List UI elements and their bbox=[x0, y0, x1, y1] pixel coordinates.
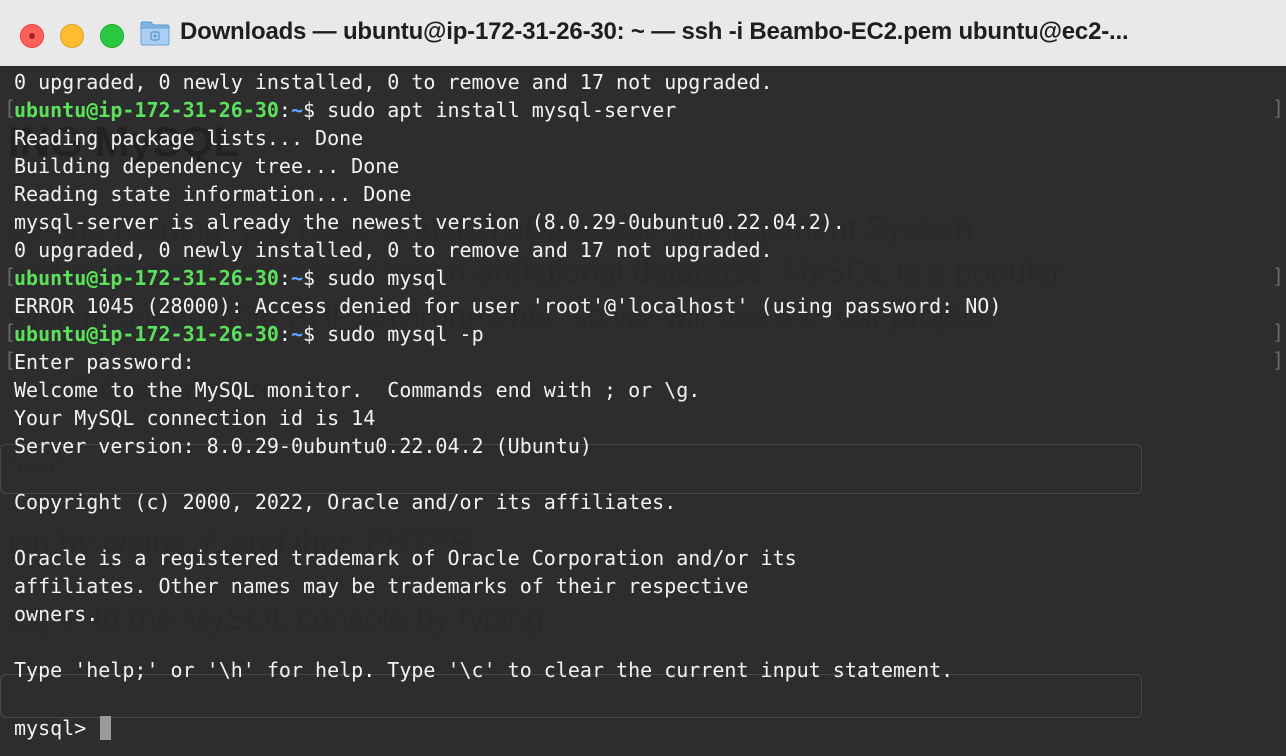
prompt-dollar: $ bbox=[303, 98, 316, 122]
prompt-separator: : bbox=[278, 266, 291, 290]
prompt-path: ~ bbox=[290, 322, 303, 346]
background-text-part: is a popular bbox=[887, 254, 1062, 290]
terminal-output-line: affiliates. Other names may be trademark… bbox=[14, 574, 749, 598]
terminal-output-line: 0 upgraded, 0 newly installed, 0 to remo… bbox=[14, 70, 773, 94]
terminal-output-line: Server version: 8.0.29-0ubuntu0.22.04.2 … bbox=[14, 434, 592, 458]
terminal-output-line: Type 'help;' or '\h' for help. Type '\c'… bbox=[14, 658, 954, 682]
terminal-pane[interactable]: ING MySQL up and running, you need to in… bbox=[0, 66, 1286, 756]
mysql-prompt: mysql> bbox=[14, 716, 99, 740]
mark-bracket: ] bbox=[1272, 264, 1285, 288]
command-text: sudo mysql -p bbox=[315, 322, 484, 346]
prompt-path: ~ bbox=[290, 98, 303, 122]
terminal-output-line: Welcome to the MySQL monitor. Commands e… bbox=[14, 378, 701, 402]
mark-bracket: ] bbox=[1272, 348, 1285, 372]
command-text: sudo apt install mysql-server bbox=[315, 98, 677, 122]
prompt-path: ~ bbox=[290, 266, 303, 290]
terminal-output-line: Oracle is a registered trademark of Orac… bbox=[14, 546, 797, 570]
title-bar[interactable]: Downloads — ubuntu@ip-172-31-26-30: ~ — … bbox=[0, 0, 1286, 67]
terminal-output-line: Reading state information... Done bbox=[14, 182, 412, 206]
command-text: sudo mysql bbox=[315, 266, 448, 290]
prompt-dollar: $ bbox=[303, 266, 316, 290]
terminal-command-line: ubuntu@ip-172-31-26-30:~$ sudo mysql -p bbox=[14, 320, 484, 348]
close-icon[interactable] bbox=[20, 24, 44, 48]
terminal-output-line: Enter password: bbox=[14, 350, 195, 374]
terminal-output-line: owners. bbox=[14, 602, 99, 626]
mark-bracket: ] bbox=[1272, 96, 1285, 120]
folder-icon bbox=[140, 21, 170, 46]
terminal-input-line[interactable]: mysql> bbox=[14, 714, 112, 742]
prompt-user: ubuntu@ip-172-31-26-30 bbox=[14, 266, 279, 290]
terminal-output-line: Your MySQL connection id is 14 bbox=[14, 406, 376, 430]
text-cursor bbox=[100, 716, 112, 740]
background-text-part: . MySQL bbox=[764, 254, 888, 290]
terminal-command-line: ubuntu@ip-172-31-26-30:~$ sudo apt insta… bbox=[14, 96, 676, 124]
terminal-output-line: 0 upgraded, 0 newly installed, 0 to remo… bbox=[14, 238, 773, 262]
terminal-output-line: mysql-server is already the newest versi… bbox=[14, 210, 845, 234]
prompt-dollar: $ bbox=[303, 322, 316, 346]
prompt-separator: : bbox=[278, 322, 291, 346]
terminal-output-line: Copyright (c) 2000, 2022, Oracle and/or … bbox=[14, 490, 677, 514]
minimize-icon[interactable] bbox=[60, 24, 84, 48]
maximize-icon[interactable] bbox=[100, 24, 124, 48]
prompt-separator: : bbox=[278, 98, 291, 122]
window-title: Downloads — ubuntu@ip-172-31-26-30: ~ — … bbox=[180, 18, 1129, 45]
terminal-output-line: Building dependency tree... Done bbox=[14, 154, 400, 178]
terminal-window: OJECT 1: LAMP STACK IMPLEMENTATION Downl… bbox=[0, 0, 1286, 756]
mark-bracket: ] bbox=[1272, 320, 1285, 344]
prompt-user: ubuntu@ip-172-31-26-30 bbox=[14, 322, 279, 346]
terminal-output-line: Reading package lists... Done bbox=[14, 126, 364, 150]
terminal-command-line: ubuntu@ip-172-31-26-30:~$ sudo mysql bbox=[14, 264, 448, 292]
prompt-user: ubuntu@ip-172-31-26-30 bbox=[14, 98, 279, 122]
terminal-error-line: ERROR 1045 (28000): Access denied for us… bbox=[14, 294, 1002, 318]
